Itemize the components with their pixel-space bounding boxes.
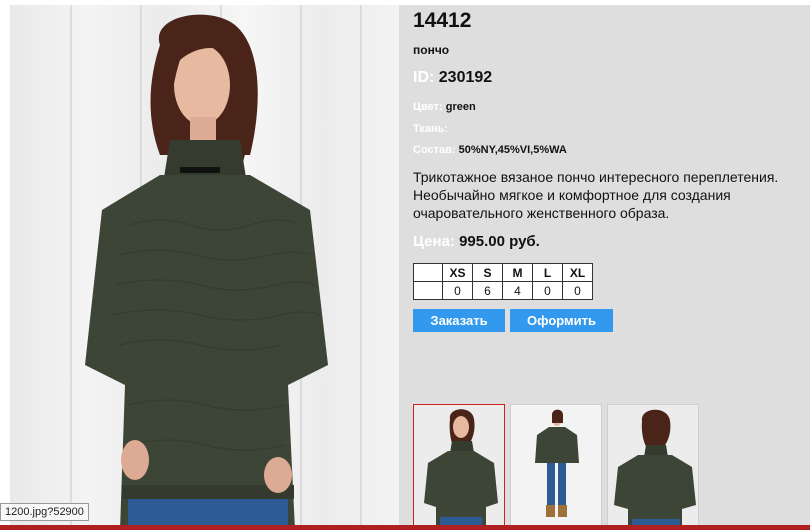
- main-product-photo[interactable]: [10, 5, 399, 525]
- size-header: S: [472, 263, 503, 282]
- size-header: XS: [442, 263, 473, 282]
- color-value: green: [445, 101, 476, 113]
- color-row: Цвет: green: [413, 101, 476, 113]
- size-count: 0: [532, 281, 563, 300]
- color-label: Цвет:: [413, 101, 443, 113]
- size-count: 0: [442, 281, 473, 300]
- product-subtitle: пончо: [413, 43, 450, 57]
- product-info-panel: 14412 пончо ID: 230192 Цвет: green Ткань…: [400, 5, 810, 526]
- fabric-label: Ткань:: [413, 123, 448, 135]
- product-description: Трикотажное вязаное пончо интересного пе…: [413, 169, 779, 221]
- id-value: 230192: [438, 69, 493, 86]
- size-count: 6: [472, 281, 503, 300]
- composition-label: Состав:: [413, 144, 456, 156]
- bottom-border: [0, 525, 810, 530]
- thumbnail-full-body[interactable]: [510, 404, 602, 526]
- left-strip: [0, 0, 10, 530]
- fabric-row: Ткань:: [413, 123, 448, 135]
- id-label: ID:: [413, 69, 435, 86]
- composition-row: Состав: 50%NY,45%VI,5%WA: [413, 144, 567, 156]
- size-header: XL: [562, 263, 593, 282]
- size-count-row: 0 6 4 0 0: [413, 281, 593, 300]
- checkout-button[interactable]: Оформить: [510, 309, 613, 332]
- order-button[interactable]: Заказать: [413, 309, 505, 332]
- size-header: L: [532, 263, 563, 282]
- product-title: 14412: [413, 9, 472, 32]
- price-value: 995.00 руб.: [459, 233, 540, 250]
- composition-value: 50%NY,45%VI,5%WA: [458, 144, 567, 156]
- status-url-tooltip: 1200.jpg?52900: [0, 503, 89, 521]
- size-table-corner: [413, 263, 443, 282]
- size-header: M: [502, 263, 533, 282]
- price-row: Цена: 995.00 руб.: [413, 233, 540, 250]
- size-count: 4: [502, 281, 533, 300]
- size-table-corner: [413, 281, 443, 300]
- size-availability-table: XS S M L XL 0 6 4 0 0: [413, 263, 593, 300]
- thumbnail-front[interactable]: [413, 404, 505, 526]
- thumbnail-back[interactable]: [607, 404, 699, 526]
- size-count: 0: [562, 281, 593, 300]
- price-label: Цена:: [413, 233, 455, 250]
- size-header-row: XS S M L XL: [413, 263, 593, 282]
- product-id-row: ID: 230192: [413, 69, 492, 87]
